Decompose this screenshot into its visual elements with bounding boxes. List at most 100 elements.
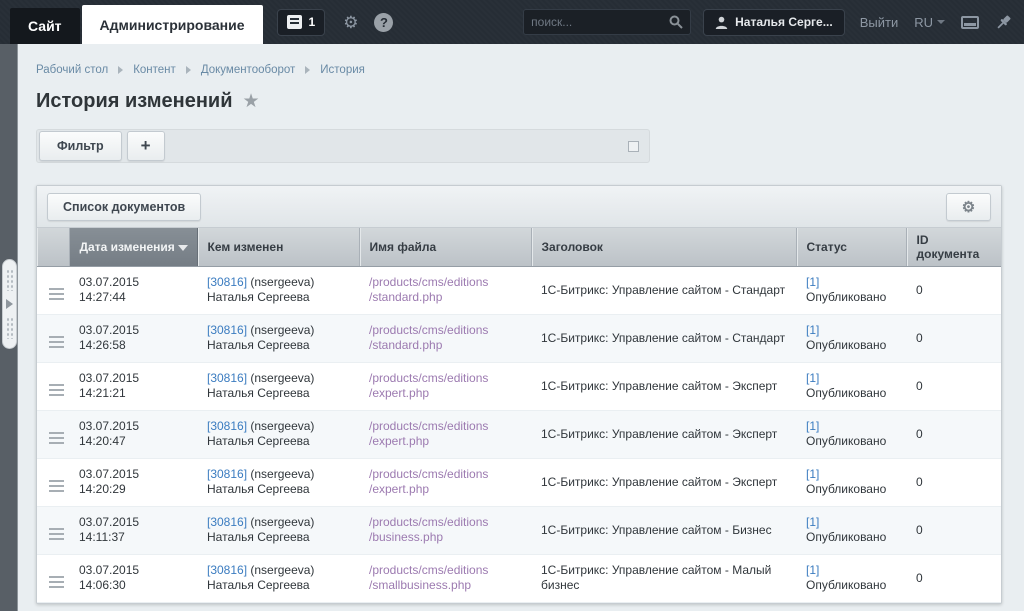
breadcrumb-item-workflow[interactable]: Документооборот — [201, 64, 295, 76]
table-row[interactable]: 03.07.2015 14:20:29 [30816] (nsergeeva) … — [37, 458, 1001, 506]
column-header-file[interactable]: Имя файла — [359, 228, 531, 266]
tab-admin[interactable]: Администрирование — [82, 5, 263, 44]
user-login: (nsergeeva) — [250, 419, 314, 433]
user-id-link[interactable]: [30816] — [207, 515, 247, 529]
documents-grid-panel: Список документов ⚙ Дата изменения Ке — [36, 185, 1002, 604]
logout-link[interactable]: Выйти — [860, 15, 899, 30]
language-switcher[interactable]: RU — [914, 15, 945, 30]
table-row[interactable]: 03.07.2015 14:20:47 [30816] (nsergeeva) … — [37, 410, 1001, 458]
table-row[interactable]: 03.07.2015 14:27:44 [30816] (nsergeeva) … — [37, 266, 1001, 314]
table-row[interactable]: 03.07.2015 14:21:21 [30816] (nsergeeva) … — [37, 362, 1001, 410]
user-id-link[interactable]: [30816] — [207, 467, 247, 481]
file-path-link[interactable]: /products/cms/editions /standard.php — [369, 323, 521, 353]
row-date: 03.07.2015 — [79, 323, 187, 338]
document-id: 0 — [916, 571, 923, 585]
favorite-star-icon[interactable]: ★ — [243, 92, 260, 111]
add-filter-button[interactable]: + — [127, 131, 165, 161]
status-id-link[interactable]: [1] — [806, 467, 819, 481]
user-menu-button[interactable]: Наталья Серге... — [703, 9, 845, 36]
document-id: 0 — [916, 283, 923, 297]
table-row[interactable]: 03.07.2015 14:11:37 [30816] (nsergeeva) … — [37, 506, 1001, 554]
document-title: 1С-Битрикс: Управление сайтом - Эксперт — [541, 475, 777, 489]
file-path-link[interactable]: /products/cms/editions /standard.php — [369, 275, 521, 305]
breadcrumb-item-content[interactable]: Контент — [133, 64, 176, 76]
row-menu-icon[interactable] — [47, 574, 66, 590]
help-icon[interactable]: ? — [374, 13, 393, 32]
filter-button[interactable]: Фильтр — [39, 131, 122, 161]
row-menu-icon[interactable] — [47, 286, 66, 302]
user-login: (nsergeeva) — [250, 275, 314, 289]
column-header-menu — [37, 228, 69, 266]
status-id-link[interactable]: [1] — [806, 563, 819, 577]
file-path-line2: /expert.php — [369, 386, 521, 401]
pin-icon[interactable] — [995, 14, 1012, 31]
file-path-link[interactable]: /products/cms/editions /business.php — [369, 515, 521, 545]
breadcrumb-separator-icon — [118, 66, 123, 74]
drag-dots-icon — [6, 317, 13, 339]
grid-toolbar: Список документов ⚙ — [37, 186, 1001, 228]
row-menu-icon[interactable] — [47, 478, 66, 494]
row-time: 14:20:47 — [79, 434, 187, 449]
gear-icon[interactable]: ⚙ — [343, 14, 358, 31]
user-id-link[interactable]: [30816] — [207, 371, 247, 385]
file-path-line2: /business.php — [369, 530, 521, 545]
sort-desc-icon — [178, 245, 188, 251]
user-full-name: Наталья Сергеева — [207, 578, 349, 593]
user-login: (nsergeeva) — [250, 467, 314, 481]
file-path-line1: /products/cms/editions — [369, 275, 521, 290]
status-id-link[interactable]: [1] — [806, 275, 819, 289]
status-id-link[interactable]: [1] — [806, 515, 819, 529]
user-full-name: Наталья Сергеева — [207, 290, 349, 305]
column-header-title[interactable]: Заголовок — [531, 228, 796, 266]
file-path-line2: /expert.php — [369, 434, 521, 449]
file-path-link[interactable]: /products/cms/editions /expert.php — [369, 371, 521, 401]
file-path-link[interactable]: /products/cms/editions /expert.php — [369, 467, 521, 497]
row-date: 03.07.2015 — [79, 275, 187, 290]
file-path-link[interactable]: /products/cms/editions /expert.php — [369, 419, 521, 449]
row-time: 14:21:21 — [79, 386, 187, 401]
tab-site[interactable]: Сайт — [10, 8, 80, 44]
search-icon[interactable] — [669, 15, 683, 29]
user-id-link[interactable]: [30816] — [207, 563, 247, 577]
file-path-link[interactable]: /products/cms/editions /smallbusiness.ph… — [369, 563, 521, 593]
column-header-status[interactable]: Статус — [796, 228, 906, 266]
search-input[interactable] — [531, 15, 669, 29]
filter-collapse-button[interactable] — [628, 141, 639, 152]
column-header-doc-id[interactable]: ID документа — [906, 228, 1001, 266]
breadcrumb-item-history[interactable]: История — [320, 64, 365, 76]
notifications-button[interactable]: 1 — [277, 9, 326, 36]
column-header-editor[interactable]: Кем изменен — [197, 228, 359, 266]
grid-settings-button[interactable]: ⚙ — [946, 193, 991, 221]
filter-bar: Фильтр + — [36, 129, 650, 163]
status-id-link[interactable]: [1] — [806, 371, 819, 385]
desktop-panel-icon[interactable] — [961, 16, 979, 29]
row-menu-icon[interactable] — [47, 382, 66, 398]
document-list-tab[interactable]: Список документов — [47, 193, 201, 221]
page-title: История изменений — [36, 90, 233, 113]
row-menu-icon[interactable] — [47, 334, 66, 350]
file-path-line2: /standard.php — [369, 290, 521, 305]
sidebar-toggle[interactable] — [2, 259, 17, 349]
row-time: 14:26:58 — [79, 338, 187, 353]
row-menu-icon[interactable] — [47, 526, 66, 542]
table-header-row: Дата изменения Кем изменен Имя файла Заг… — [37, 228, 1001, 266]
breadcrumb-item-desktop[interactable]: Рабочий стол — [36, 64, 108, 76]
user-login: (nsergeeva) — [250, 323, 314, 337]
file-path-line1: /products/cms/editions — [369, 419, 521, 434]
row-date: 03.07.2015 — [79, 419, 187, 434]
person-icon — [715, 16, 728, 29]
status-id-link[interactable]: [1] — [806, 419, 819, 433]
table-row[interactable]: 03.07.2015 14:06:30 [30816] (nsergeeva) … — [37, 554, 1001, 602]
user-id-link[interactable]: [30816] — [207, 323, 247, 337]
document-title: 1С-Битрикс: Управление сайтом - Малый би… — [541, 563, 771, 592]
row-menu-icon[interactable] — [47, 430, 66, 446]
expand-arrow-icon — [6, 299, 13, 309]
breadcrumb: Рабочий стол Контент Документооборот Ист… — [36, 64, 1002, 76]
column-header-date[interactable]: Дата изменения — [69, 228, 197, 266]
table-row[interactable]: 03.07.2015 14:26:58 [30816] (nsergeeva) … — [37, 314, 1001, 362]
status-id-link[interactable]: [1] — [806, 323, 819, 337]
updates-icon — [287, 15, 302, 29]
user-id-link[interactable]: [30816] — [207, 419, 247, 433]
file-path-line2: /smallbusiness.php — [369, 578, 521, 593]
user-id-link[interactable]: [30816] — [207, 275, 247, 289]
